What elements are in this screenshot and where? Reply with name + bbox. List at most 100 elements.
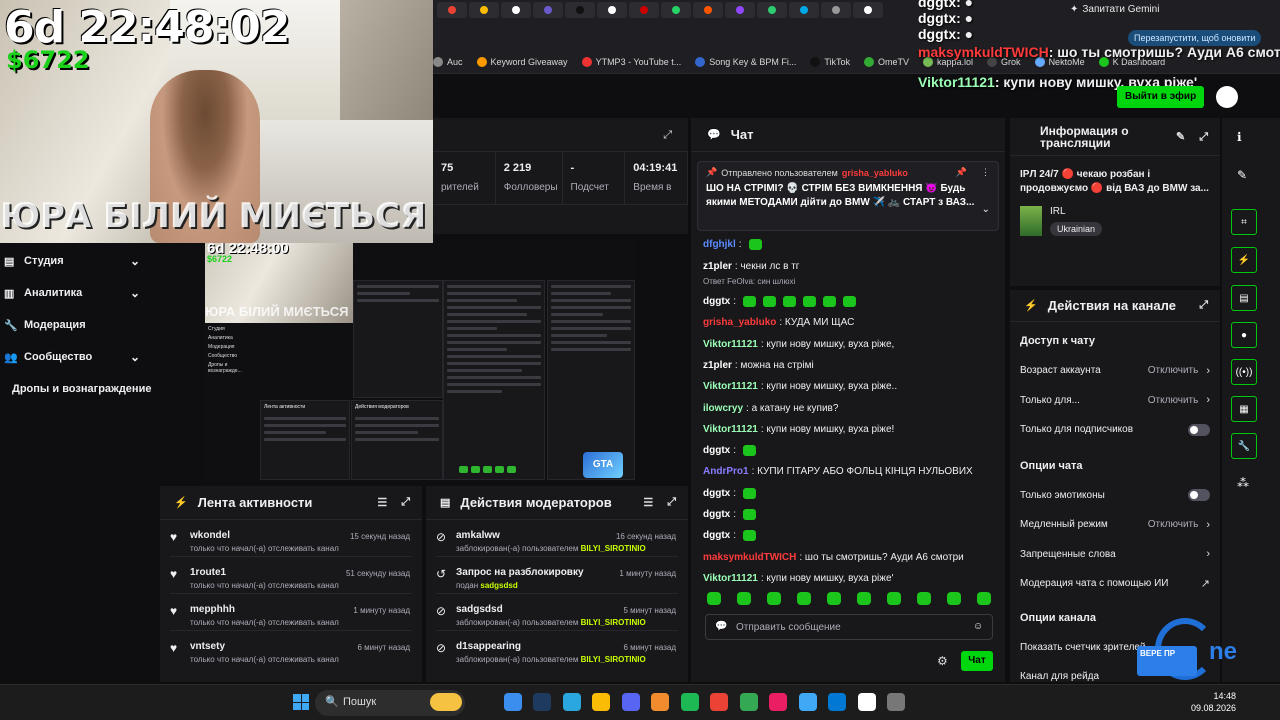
browser-tab[interactable]: [693, 2, 723, 18]
emote-icon[interactable]: [737, 592, 751, 605]
chat-username[interactable]: z1pler: [703, 360, 732, 371]
activity-user[interactable]: wkondel: [190, 530, 339, 541]
chat-username[interactable]: z1pler: [703, 261, 732, 272]
document-icon[interactable]: ▤: [1231, 285, 1257, 311]
sidebar-item[interactable]: 🔧 Модерация: [0, 309, 158, 341]
browser-tab[interactable]: [597, 2, 627, 18]
chat-message[interactable]: grisha_yabluko: КУДА МИ ЩАС: [703, 312, 999, 333]
popout-icon[interactable]: ⤢: [667, 496, 676, 509]
chat-message[interactable]: Viktor11121: купи нову мишку, вуха ріже,: [703, 333, 999, 354]
mod-action-item[interactable]: ⊘ sadgsdsd заблокирован(-а) пользователем …: [426, 594, 688, 630]
emote-icon[interactable]: [767, 592, 781, 605]
channel-setting-row[interactable]: Медленный режим Отключить ›: [1010, 510, 1220, 540]
mod-action-item[interactable]: ⊘ amkalww заблокирован(-а) пользователем B…: [426, 520, 688, 556]
chat-message[interactable]: ilowcryy: а катану не купив?: [703, 397, 999, 418]
chat-username[interactable]: dggtx: [703, 530, 730, 541]
chat-message[interactable]: dggtx:: [703, 525, 999, 546]
mod-action-target[interactable]: d1sappearing: [456, 641, 646, 652]
channel-setting-row[interactable]: Только эмотиконы: [1010, 481, 1220, 511]
chat-username[interactable]: dfghjkl: [703, 239, 736, 250]
emote-icon[interactable]: [917, 592, 931, 605]
channel-setting-row[interactable]: Только для... Отключить ›: [1010, 386, 1220, 416]
sidebar-item[interactable]: Дропы и вознаграждение: [0, 373, 158, 405]
sidebar-item[interactable]: ▥ Аналитика ⌄: [0, 277, 158, 309]
chat-message[interactable]: dggtx:: [703, 483, 999, 504]
calculator-icon[interactable]: [857, 693, 876, 711]
mod-action-item[interactable]: ⊘ d1sappearing заблокирован(-а) пользовате…: [426, 631, 688, 667]
activity-item[interactable]: ♥ 1route1 только что начал(-а) отслеживать…: [160, 557, 422, 593]
activity-user[interactable]: vntsety: [190, 641, 339, 652]
popout-icon[interactable]: ⤢: [1199, 299, 1208, 312]
activity-user[interactable]: mepphhh: [190, 604, 339, 615]
popout-icon[interactable]: ⤢: [663, 129, 672, 142]
chat-message[interactable]: dggtx:: [703, 440, 999, 461]
stream-preview[interactable]: 6d 22:48:00 $6722 ЮРА БІЛИЙ МИЄТЬСЯ Студ…: [205, 240, 635, 482]
bolt-icon[interactable]: ⚡: [1231, 247, 1257, 273]
gear-icon[interactable]: ⚙: [937, 654, 948, 668]
category-name[interactable]: IRL: [1050, 206, 1102, 217]
browser-tab[interactable]: [629, 2, 659, 18]
browser-tab[interactable]: [757, 2, 787, 18]
chat-username[interactable]: ilowcryy: [703, 403, 743, 414]
windows-start-icon[interactable]: [293, 694, 309, 710]
activity-item[interactable]: ♥ mepphhh только что начал(-а) отслеживать…: [160, 594, 422, 630]
more-icon[interactable]: ⋮: [981, 167, 990, 178]
chrome-icon[interactable]: [798, 693, 817, 711]
game-icon[interactable]: [430, 693, 462, 711]
chevron-down-icon[interactable]: ⌄: [982, 204, 990, 215]
chrome-icon[interactable]: [592, 693, 610, 711]
language-tag[interactable]: Ukrainian: [1050, 222, 1103, 236]
go-live-button[interactable]: Выйти в эфир: [1117, 86, 1205, 108]
bookmark-item[interactable]: YTMP3 - YouTube t...: [581, 56, 681, 67]
chat-message[interactable]: dggtx:: [703, 504, 999, 525]
mod-action-item[interactable]: ↺ Запрос на разблокировку подан sadgsdsd 1 …: [426, 557, 688, 593]
mod-action-target[interactable]: sadgsdsd: [456, 604, 646, 615]
chat-message[interactable]: dggtx:: [703, 291, 999, 312]
popout-icon[interactable]: ⤢: [401, 496, 410, 509]
emote-picker-icon[interactable]: ☺: [973, 621, 983, 632]
media-icon[interactable]: [887, 693, 905, 711]
bookmark-item[interactable]: OmeTV: [864, 56, 909, 67]
browser-tab[interactable]: [725, 2, 755, 18]
emote-icon[interactable]: [947, 592, 961, 605]
app-icon[interactable]: [739, 693, 758, 711]
extensions-icon[interactable]: ⁂: [1237, 476, 1249, 490]
chat-message[interactable]: Viktor11121: купи нову мишку, вуха ріже': [703, 568, 999, 589]
pin-toggle-icon[interactable]: 📌: [956, 167, 967, 178]
chat-username[interactable]: dggtx: [703, 509, 730, 520]
sidebar-item[interactable]: 👥 Сообщество ⌄: [0, 341, 158, 373]
app-icon[interactable]: [769, 693, 787, 711]
avatar[interactable]: [1216, 86, 1238, 108]
channel-setting-row[interactable]: Запрещенные слова ›: [1010, 540, 1220, 570]
chat-message[interactable]: maksymkuldTWICH: шо ты смотришь? Ауди А6…: [703, 546, 999, 567]
activity-item[interactable]: ♥ wkondel только что начал(-а) отслеживать…: [160, 520, 422, 556]
chevron-down-icon[interactable]: ⌄: [130, 286, 140, 300]
bookmark-item[interactable]: Song Key & BPM Fi...: [695, 56, 796, 67]
chat-username[interactable]: dggtx: [703, 445, 730, 456]
broadcast-icon[interactable]: ((•)): [1231, 359, 1257, 385]
chat-message[interactable]: Viktor11121: купи нову мишку, вуха ріже.…: [703, 376, 999, 397]
clipboard-icon[interactable]: ▦: [1231, 396, 1257, 422]
browser-tab[interactable]: [565, 2, 595, 18]
chat-username[interactable]: grisha_yabluko: [703, 317, 776, 328]
activity-item[interactable]: ♥ vntsety только что начал(-а) отслеживать…: [160, 631, 422, 667]
chat-username[interactable]: Viktor11121: [703, 573, 758, 584]
folder-icon[interactable]: [503, 693, 522, 711]
chat-input[interactable]: Отправить сообщение: [705, 614, 993, 640]
emote-icon[interactable]: [887, 592, 901, 605]
chat-message[interactable]: z1pler: можна на стрімі: [703, 355, 999, 376]
browser-tab[interactable]: [469, 2, 499, 18]
browser-tab[interactable]: [821, 2, 851, 18]
emote-icon[interactable]: [827, 592, 841, 605]
chat-username[interactable]: Viktor11121: [703, 339, 758, 350]
channel-setting-row[interactable]: Возраст аккаунта Отключить ›: [1010, 356, 1220, 386]
bookmark-item[interactable]: TikTok: [810, 56, 850, 67]
toggle-switch[interactable]: [1188, 423, 1210, 436]
app-icon[interactable]: [828, 693, 846, 711]
mod-action-by[interactable]: BILYI_SIROTINIO: [581, 618, 646, 627]
chat-username[interactable]: dggtx: [703, 296, 730, 307]
browser-tab[interactable]: [501, 2, 531, 18]
emote-icon[interactable]: [857, 592, 871, 605]
mod-action-by[interactable]: BILYI_SIROTINIO: [581, 655, 646, 664]
filter-icon[interactable]: ☰: [377, 496, 387, 509]
